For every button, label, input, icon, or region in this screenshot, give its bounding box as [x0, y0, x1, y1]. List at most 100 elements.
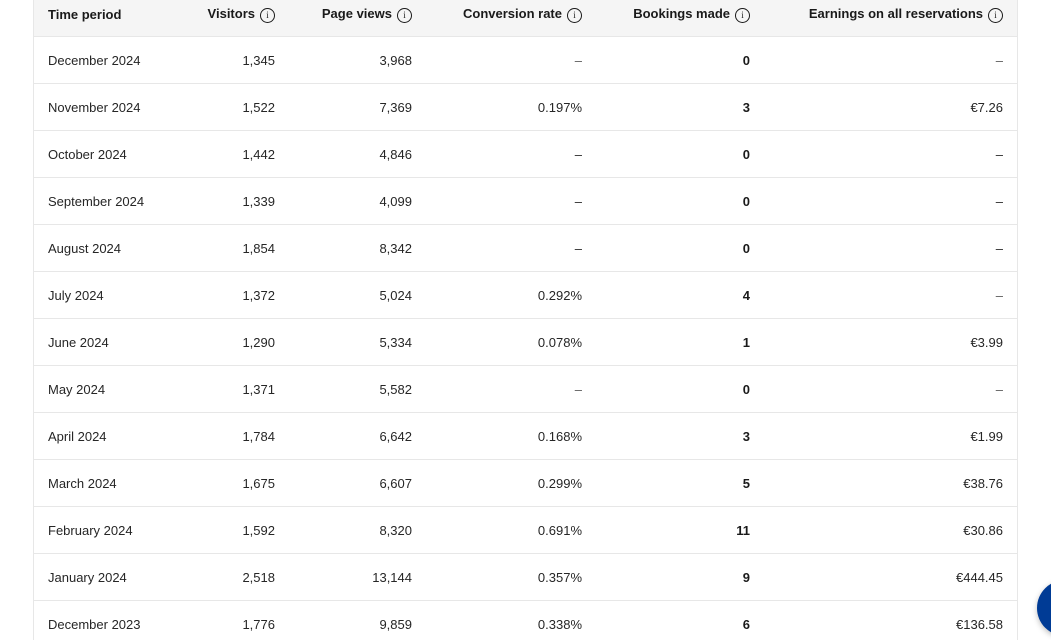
- cell-earnings: –: [995, 146, 1003, 162]
- table-row: January 2024 2,518 13,144 0.357% 9 €444.…: [34, 553, 1017, 601]
- cell-conversion-rate: –: [574, 381, 582, 397]
- header-bookings-made: Bookings made i: [596, 0, 764, 37]
- cell-page-views: 9,859: [379, 616, 412, 632]
- header-row: Time period Visitors i Page views i Conver…: [34, 0, 1017, 37]
- cell-page-views: 3,968: [379, 52, 412, 68]
- cell-bookings-made: 0: [742, 146, 750, 162]
- cell-visitors: 1,784: [242, 428, 275, 444]
- table-row: April 2024 1,784 6,642 0.168% 3 €1.99: [34, 412, 1017, 460]
- cell-bookings-made: 0: [742, 381, 750, 397]
- cell-bookings-made: 9: [742, 569, 750, 585]
- cell-conversion-rate: 0.691%: [537, 522, 582, 538]
- cell-time-period: May 2024: [48, 381, 106, 397]
- table-row: October 2024 1,442 4,846 – 0 –: [34, 130, 1017, 178]
- table-row: December 2024 1,345 3,968 – 0 –: [34, 36, 1017, 84]
- cell-page-views: 8,320: [379, 522, 412, 538]
- cell-visitors: 1,776: [242, 616, 275, 632]
- cell-earnings: –: [995, 52, 1003, 68]
- cell-earnings: –: [995, 193, 1003, 209]
- cell-page-views: 6,642: [379, 428, 412, 444]
- cell-page-views: 5,334: [379, 334, 412, 350]
- cell-conversion-rate: 0.299%: [537, 475, 582, 491]
- cell-earnings: €1.99: [970, 428, 1003, 444]
- cell-page-views: 6,607: [379, 475, 412, 491]
- cell-page-views: 7,369: [379, 99, 412, 115]
- cell-bookings-made: 4: [742, 287, 750, 303]
- cell-time-period: August 2024: [48, 240, 122, 256]
- cell-earnings: €3.99: [970, 334, 1003, 350]
- cell-earnings: €30.86: [963, 522, 1003, 538]
- cell-page-views: 13,144: [372, 569, 412, 585]
- table-row: June 2024 1,290 5,334 0.078% 1 €3.99: [34, 318, 1017, 366]
- cell-conversion-rate: 0.168%: [537, 428, 582, 444]
- cell-bookings-made: 3: [742, 99, 750, 115]
- cell-bookings-made: 1: [742, 334, 750, 350]
- cell-visitors: 1,371: [242, 381, 275, 397]
- cell-time-period: November 2024: [48, 99, 141, 115]
- cell-visitors: 1,345: [242, 52, 275, 68]
- cell-earnings: –: [995, 240, 1003, 256]
- cell-time-period: December 2024: [48, 52, 141, 68]
- cell-time-period: June 2024: [48, 334, 109, 350]
- cell-page-views: 4,846: [379, 146, 412, 162]
- cell-earnings: –: [995, 287, 1003, 303]
- table-header: Time period Visitors i Page views i Conver…: [34, 0, 1017, 37]
- cell-conversion-rate: 0.078%: [537, 334, 582, 350]
- cell-time-period: January 2024: [48, 569, 127, 585]
- cell-conversion-rate: 0.292%: [537, 287, 582, 303]
- cell-earnings: €444.45: [956, 569, 1003, 585]
- info-icon[interactable]: i: [735, 7, 750, 23]
- cell-visitors: 1,522: [242, 99, 275, 115]
- info-icon[interactable]: i: [988, 7, 1003, 23]
- cell-visitors: 1,442: [242, 146, 275, 162]
- cell-conversion-rate: –: [574, 146, 582, 162]
- info-icon[interactable]: i: [260, 7, 275, 23]
- cell-time-period: February 2024: [48, 522, 133, 538]
- cell-bookings-made: 0: [742, 240, 750, 256]
- cell-time-period: September 2024: [48, 193, 145, 209]
- chat-bubble-icon[interactable]: [1037, 580, 1051, 636]
- cell-page-views: 5,582: [379, 381, 412, 397]
- cell-earnings: €136.58: [956, 616, 1003, 632]
- cell-conversion-rate: –: [574, 52, 582, 68]
- cell-page-views: 8,342: [379, 240, 412, 256]
- table-row: July 2024 1,372 5,024 0.292% 4 –: [34, 271, 1017, 319]
- cell-page-views: 4,099: [379, 193, 412, 209]
- header-visitors: Visitors i: [184, 0, 289, 37]
- cell-bookings-made: 0: [742, 193, 750, 209]
- cell-bookings-made: 0: [742, 52, 750, 68]
- table-row: September 2024 1,339 4,099 – 0 –: [34, 177, 1017, 225]
- cell-time-period: July 2024: [48, 287, 104, 303]
- table-row: March 2024 1,675 6,607 0.299% 5 €38.76: [34, 459, 1017, 507]
- cell-earnings: €38.76: [963, 475, 1003, 491]
- cell-time-period: April 2024: [48, 428, 107, 444]
- cell-bookings-made: 6: [742, 616, 750, 632]
- cell-earnings: €7.26: [970, 99, 1003, 115]
- performance-table: Time period Visitors i Page views i Conver…: [34, 0, 1017, 640]
- cell-conversion-rate: 0.197%: [537, 99, 582, 115]
- info-icon[interactable]: i: [567, 7, 582, 23]
- cell-visitors: 1,854: [242, 240, 275, 256]
- cell-conversion-rate: 0.357%: [537, 569, 582, 585]
- table-row: February 2024 1,592 8,320 0.691% 11 €30.…: [34, 506, 1017, 554]
- cell-visitors: 1,290: [242, 334, 275, 350]
- cell-conversion-rate: –: [574, 193, 582, 209]
- table-row: December 2023 1,776 9,859 0.338% 6 €136.…: [34, 600, 1017, 640]
- cell-time-period: October 2024: [48, 146, 127, 162]
- performance-table-container: Time period Visitors i Page views i Conver…: [33, 0, 1018, 640]
- table-body: December 2024 1,345 3,968 – 0 – November…: [34, 36, 1017, 640]
- table-row: May 2024 1,371 5,582 – 0 –: [34, 365, 1017, 413]
- table-row: November 2024 1,522 7,369 0.197% 3 €7.26: [34, 83, 1017, 131]
- header-time-period: Time period: [48, 6, 122, 22]
- page: Time period Visitors i Page views i Conver…: [0, 0, 1051, 640]
- cell-earnings: –: [995, 381, 1003, 397]
- header-conversion-rate: Conversion rate i: [426, 0, 596, 37]
- cell-bookings-made: 11: [736, 522, 750, 538]
- header-earnings: Earnings on all reservations i: [764, 0, 1017, 37]
- cell-visitors: 2,518: [242, 569, 275, 585]
- info-icon[interactable]: i: [397, 7, 412, 23]
- table-row: August 2024 1,854 8,342 – 0 –: [34, 224, 1017, 272]
- cell-time-period: March 2024: [48, 475, 117, 491]
- cell-page-views: 5,024: [379, 287, 412, 303]
- cell-conversion-rate: –: [574, 240, 582, 256]
